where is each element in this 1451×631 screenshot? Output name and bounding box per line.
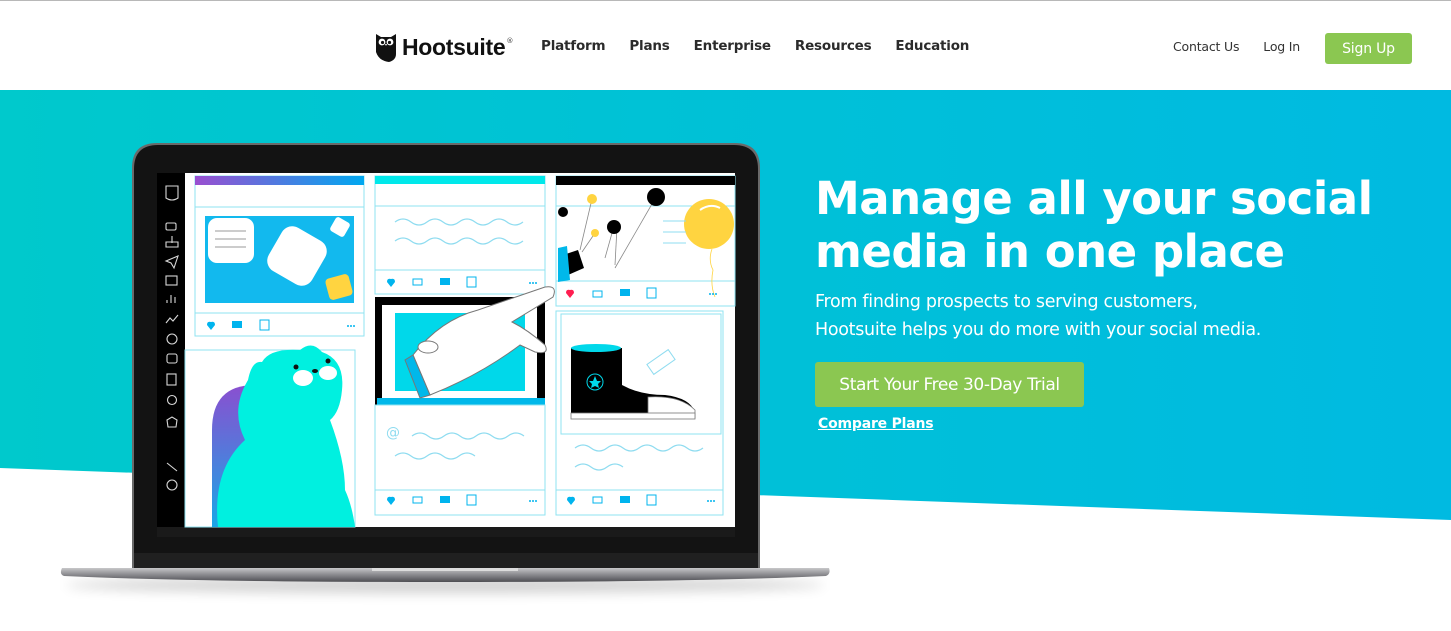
headline-line-2: media in one place — [815, 225, 1285, 278]
site-header: Hootsuite ® Platform Plans Enterprise Re… — [0, 1, 1451, 90]
hero-subtitle: From finding prospects to serving custom… — [815, 288, 1261, 344]
headline-line-1: Manage all your social — [815, 172, 1373, 225]
comment-icon — [620, 496, 630, 503]
comment-icon — [620, 289, 630, 296]
main-nav: Platform Plans Enterprise Resources Educ… — [541, 38, 993, 54]
logo-text: Hootsuite — [402, 33, 506, 60]
subtitle-line-2: Hootsuite helps you do more with your so… — [815, 320, 1262, 340]
hootsuite-logo[interactable]: Hootsuite ® — [375, 32, 513, 62]
nav-platform[interactable]: Platform — [541, 38, 606, 54]
at-symbol: @ — [386, 425, 400, 441]
secondary-nav: Contact Us Log In — [1173, 39, 1324, 54]
compare-plans-link[interactable]: Compare Plans — [818, 416, 934, 432]
comment-icon — [440, 496, 450, 503]
laptop-screen: @ — [157, 173, 736, 537]
app-sidebar — [157, 173, 185, 527]
comment-icon — [232, 321, 242, 328]
comment-icon — [440, 278, 450, 285]
start-free-trial-button[interactable]: Start Your Free 30-Day Trial — [815, 362, 1084, 407]
nav-resources[interactable]: Resources — [795, 38, 872, 54]
registered-mark: ® — [506, 37, 514, 45]
contact-us-link[interactable]: Contact Us — [1173, 39, 1239, 54]
log-in-link[interactable]: Log In — [1263, 39, 1300, 54]
nav-plans[interactable]: Plans — [629, 38, 669, 54]
subtitle-line-1: From finding prospects to serving custom… — [815, 292, 1198, 312]
owl-logo-icon — [376, 34, 396, 62]
nav-education[interactable]: Education — [895, 38, 969, 54]
sign-up-button[interactable]: Sign Up — [1325, 33, 1412, 64]
nav-enterprise[interactable]: Enterprise — [694, 38, 771, 54]
hero-headline: Manage all your social media in one plac… — [815, 172, 1373, 278]
